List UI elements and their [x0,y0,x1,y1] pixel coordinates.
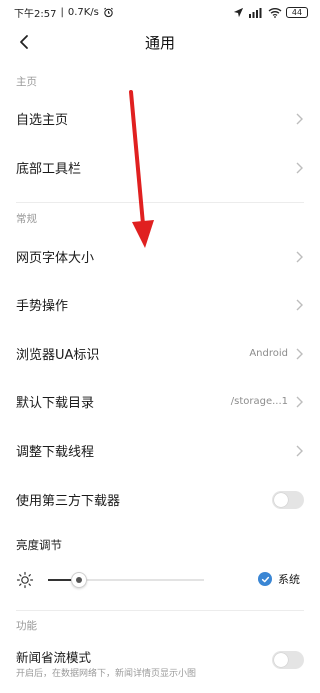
status-time: 下午2:57 [14,8,57,20]
brightness-icon [16,571,34,589]
battery-indicator: 44 [286,6,308,18]
back-button[interactable] [12,30,36,54]
checkmark-icon [258,572,272,586]
chevron-right-icon [294,395,304,409]
chevron-right-icon [294,112,304,126]
chevron-left-icon [20,35,28,49]
section-divider [16,610,304,611]
row-label: 使用第三方下载器 [16,494,121,509]
section-label-features: 功能 [16,620,37,632]
row-third-party-downloader: 使用第三方下载器 [0,475,320,524]
row-download-threads[interactable]: 调整下载线程 [0,426,320,475]
row-label: 浏览器UA标识 [16,348,100,363]
row-news-data-saver: 新闻省流模式 开启后，在数据网络下，新闻详情页显示小图 [0,640,320,684]
third-party-downloader-toggle[interactable] [272,490,304,509]
section-divider [16,202,304,203]
section-label-general: 常规 [16,213,37,225]
row-description: 开启后，在数据网络下，新闻详情页显示小图 [16,669,197,679]
row-label: 底部工具栏 [16,162,82,177]
brightness-control: 系统 [0,568,320,592]
signal-icon [249,7,262,18]
row-custom-homepage[interactable]: 自选主页 [0,94,320,143]
toggle-knob [274,653,288,667]
status-bar: 下午2:57 | 0.7K/s 44 [0,0,320,24]
chevron-right-icon [294,298,304,312]
chevron-right-icon [294,444,304,458]
page-title: 通用 [144,33,175,52]
row-value: /storage...1 [230,396,288,407]
row-label: 新闻省流模式 [16,650,92,665]
row-user-agent[interactable]: 浏览器UA标识 Android [0,329,320,378]
row-download-directory[interactable]: 默认下载目录 /storage...1 [0,377,320,426]
row-bottom-toolbar[interactable]: 底部工具栏 [0,143,320,192]
news-data-saver-toggle[interactable] [272,651,304,669]
wifi-icon [268,7,282,18]
chevron-right-icon [294,161,304,175]
brightness-label: 亮度调节 [16,538,62,552]
brightness-slider-thumb[interactable] [71,572,88,588]
row-label: 网页字体大小 [16,251,95,266]
system-brightness-checkbox[interactable]: 系统 [258,571,300,587]
title-bar: 通用 [0,24,320,60]
status-separator: | [60,6,64,18]
chevron-right-icon [294,250,304,264]
row-gestures[interactable]: 手势操作 [0,280,320,329]
section-label-home: 主页 [16,76,37,88]
brightness-slider[interactable] [48,572,204,588]
row-label: 默认下载目录 [16,396,95,411]
row-label: 手势操作 [16,299,69,314]
row-value: Android [249,348,288,359]
status-speed: 0.7K/s [67,6,99,18]
system-brightness-label: 系统 [278,573,300,586]
row-label: 自选主页 [16,113,69,128]
chevron-right-icon [294,347,304,361]
status-left: 下午2:57 | 0.7K/s [14,5,114,20]
status-right: 44 [233,6,308,18]
row-label: 调整下载线程 [16,445,95,460]
row-font-size[interactable]: 网页字体大小 [0,232,320,281]
toggle-knob [274,492,288,507]
location-icon [233,7,244,17]
alarm-icon [103,7,113,17]
